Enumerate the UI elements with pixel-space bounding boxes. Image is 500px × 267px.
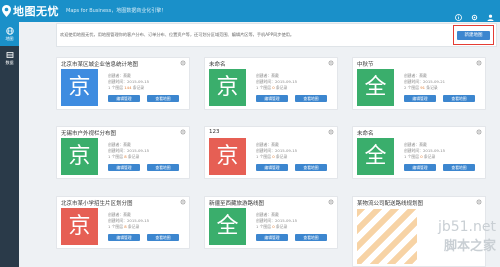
watermark-site: 脚本之家 xyxy=(443,239,496,254)
card-title: 某物流公司配送路线规划图 xyxy=(357,201,424,207)
map-thumbnail[interactable]: 京 xyxy=(61,208,98,245)
gear-icon[interactable] xyxy=(328,129,334,135)
watermark-url: jb51.net xyxy=(437,219,496,235)
card-stats: 1 个图层 144 条记录 xyxy=(108,85,145,90)
watermark: jb51.net 脚本之家 xyxy=(438,219,496,254)
gear-icon[interactable] xyxy=(180,129,186,135)
card-stats: 1 个图层 0 条记录 xyxy=(256,85,288,90)
map-thumbnail[interactable]: 京 xyxy=(61,69,98,106)
user-icon[interactable] xyxy=(487,6,494,21)
app-title: 地图无忧 xyxy=(13,5,59,18)
card-stats: 1 个图层 0 条记录 xyxy=(256,224,288,229)
card-stats: 1 个图层 0 条记录 xyxy=(256,154,288,159)
card-stats: 1 个图层 8 条记录 xyxy=(108,154,140,159)
map-thumbnail[interactable]: 京 xyxy=(209,69,246,106)
map-pin-icon xyxy=(2,5,11,17)
card-title: 123 xyxy=(209,129,220,135)
map-thumbnail[interactable]: 京 xyxy=(209,138,246,175)
edit-manage-button[interactable]: 编辑管理 xyxy=(256,95,288,102)
card-title: 新疆至西藏旅游路线图 xyxy=(209,201,265,207)
sidebar-item-map[interactable]: 地图 xyxy=(0,22,19,46)
map-thumbnail xyxy=(357,209,417,264)
view-map-button[interactable]: 查看地图 xyxy=(295,234,327,241)
new-map-button[interactable]: 新建地图 xyxy=(457,31,490,40)
welcome-text: 欢迎使用地图无忧，用地图管理你的客户分布、订单分布、位置资产等，还可划分区域范围… xyxy=(60,32,295,37)
globe-icon xyxy=(5,26,14,35)
card-title: 中秋节 xyxy=(357,62,374,68)
map-card[interactable]: 新疆至西藏旅游路线图全创建者：蔡戴 创建时间：2015-09-15 1 个图层 0 … xyxy=(204,196,338,249)
view-map-button[interactable]: 查看地图 xyxy=(443,95,475,102)
gear-icon[interactable] xyxy=(328,60,334,66)
edit-manage-button[interactable]: 编辑管理 xyxy=(108,95,140,102)
card-title: 北京市某区城企业信息统计地图 xyxy=(61,62,139,68)
sidebar-item-label: 地图 xyxy=(5,35,14,41)
card-title: 北京市某小学招生片区划分图 xyxy=(61,201,133,207)
gear-icon[interactable] xyxy=(476,60,482,66)
card-title: 未命名 xyxy=(357,131,374,137)
card-title: 未命名 xyxy=(209,62,226,68)
map-card[interactable]: 未命名全创建者：蔡戴 创建时间：2015-09-15 1 个图层 0 条记录 编辑管理… xyxy=(352,126,486,179)
database-icon xyxy=(6,51,13,58)
card-stats: 1 个图层 8 条记录 xyxy=(108,224,140,229)
map-card[interactable]: 中秋节全创建者：蔡戴 创建时间：2015-09-21 2 个图层 91 条记录 编辑管… xyxy=(352,57,486,110)
gear-icon[interactable] xyxy=(476,199,482,205)
edit-manage-button[interactable]: 编辑管理 xyxy=(404,164,436,171)
view-map-button[interactable]: 查看地图 xyxy=(147,234,179,241)
edit-manage-button[interactable]: 编辑管理 xyxy=(404,95,436,102)
app-logo[interactable]: 地图无忧 xyxy=(2,3,59,19)
gear-icon[interactable] xyxy=(180,60,186,66)
card-stats: 2 个图层 91 条记录 xyxy=(404,85,438,90)
settings-icon[interactable] xyxy=(471,6,478,21)
info-icon[interactable] xyxy=(455,6,462,21)
gear-icon[interactable] xyxy=(476,129,482,135)
card-stats: 1 个图层 0 条记录 xyxy=(404,154,436,159)
map-card[interactable]: 未命名京创建者：蔡戴 创建时间：2015-09-15 1 个图层 0 条记录 编辑管理… xyxy=(204,57,338,110)
view-map-button[interactable]: 查看地图 xyxy=(147,164,179,171)
map-card[interactable]: 123 京创建者：蔡戴 创建时间：2015-09-15 1 个图层 0 条记录 编辑管理… xyxy=(204,126,338,179)
gear-icon[interactable] xyxy=(180,199,186,205)
sidebar: 地图 数据 xyxy=(0,22,19,267)
card-title: 无锡市户外视栏分布图 xyxy=(61,131,117,137)
sidebar-item-label: 数据 xyxy=(5,59,14,65)
edit-manage-button[interactable]: 编辑管理 xyxy=(256,164,288,171)
sidebar-item-data[interactable]: 数据 xyxy=(0,46,19,70)
edit-manage-button[interactable]: 编辑管理 xyxy=(108,164,140,171)
edit-manage-button[interactable]: 编辑管理 xyxy=(256,234,288,241)
view-map-button[interactable]: 查看地图 xyxy=(147,95,179,102)
highlight-box: 新建地图 xyxy=(453,25,494,45)
top-bar: 地图无忧 Maps for Business，地图数据商业化引擎！ xyxy=(0,0,500,22)
map-thumbnail[interactable]: 全 xyxy=(209,208,246,245)
map-card[interactable]: 无锡市户外视栏分布图京创建者：蔡戴 创建时间：2015-09-15 1 个图层 8 … xyxy=(56,126,190,179)
app-tagline: Maps for Business，地图数据商业化引擎！ xyxy=(66,8,167,14)
welcome-notice: 欢迎使用地图无忧，用地图管理你的客户分布、订单分布、位置资产等，还可划分区域范围… xyxy=(56,23,497,47)
view-map-button[interactable]: 查看地图 xyxy=(443,164,475,171)
view-map-button[interactable]: 查看地图 xyxy=(295,164,327,171)
map-thumbnail[interactable]: 京 xyxy=(61,138,98,175)
map-thumbnail[interactable]: 全 xyxy=(357,69,394,106)
map-thumbnail[interactable]: 全 xyxy=(357,138,394,175)
map-card[interactable]: 北京市某区城企业信息统计地图京创建者：蔡戴 创建时间：2015-09-15 1 个图… xyxy=(56,57,190,110)
view-map-button[interactable]: 查看地图 xyxy=(295,95,327,102)
edit-manage-button[interactable]: 编辑管理 xyxy=(108,234,140,241)
map-card[interactable]: 北京市某小学招生片区划分图京创建者：蔡戴 创建时间：2015-09-15 1 个图层… xyxy=(56,196,190,249)
gear-icon[interactable] xyxy=(328,199,334,205)
